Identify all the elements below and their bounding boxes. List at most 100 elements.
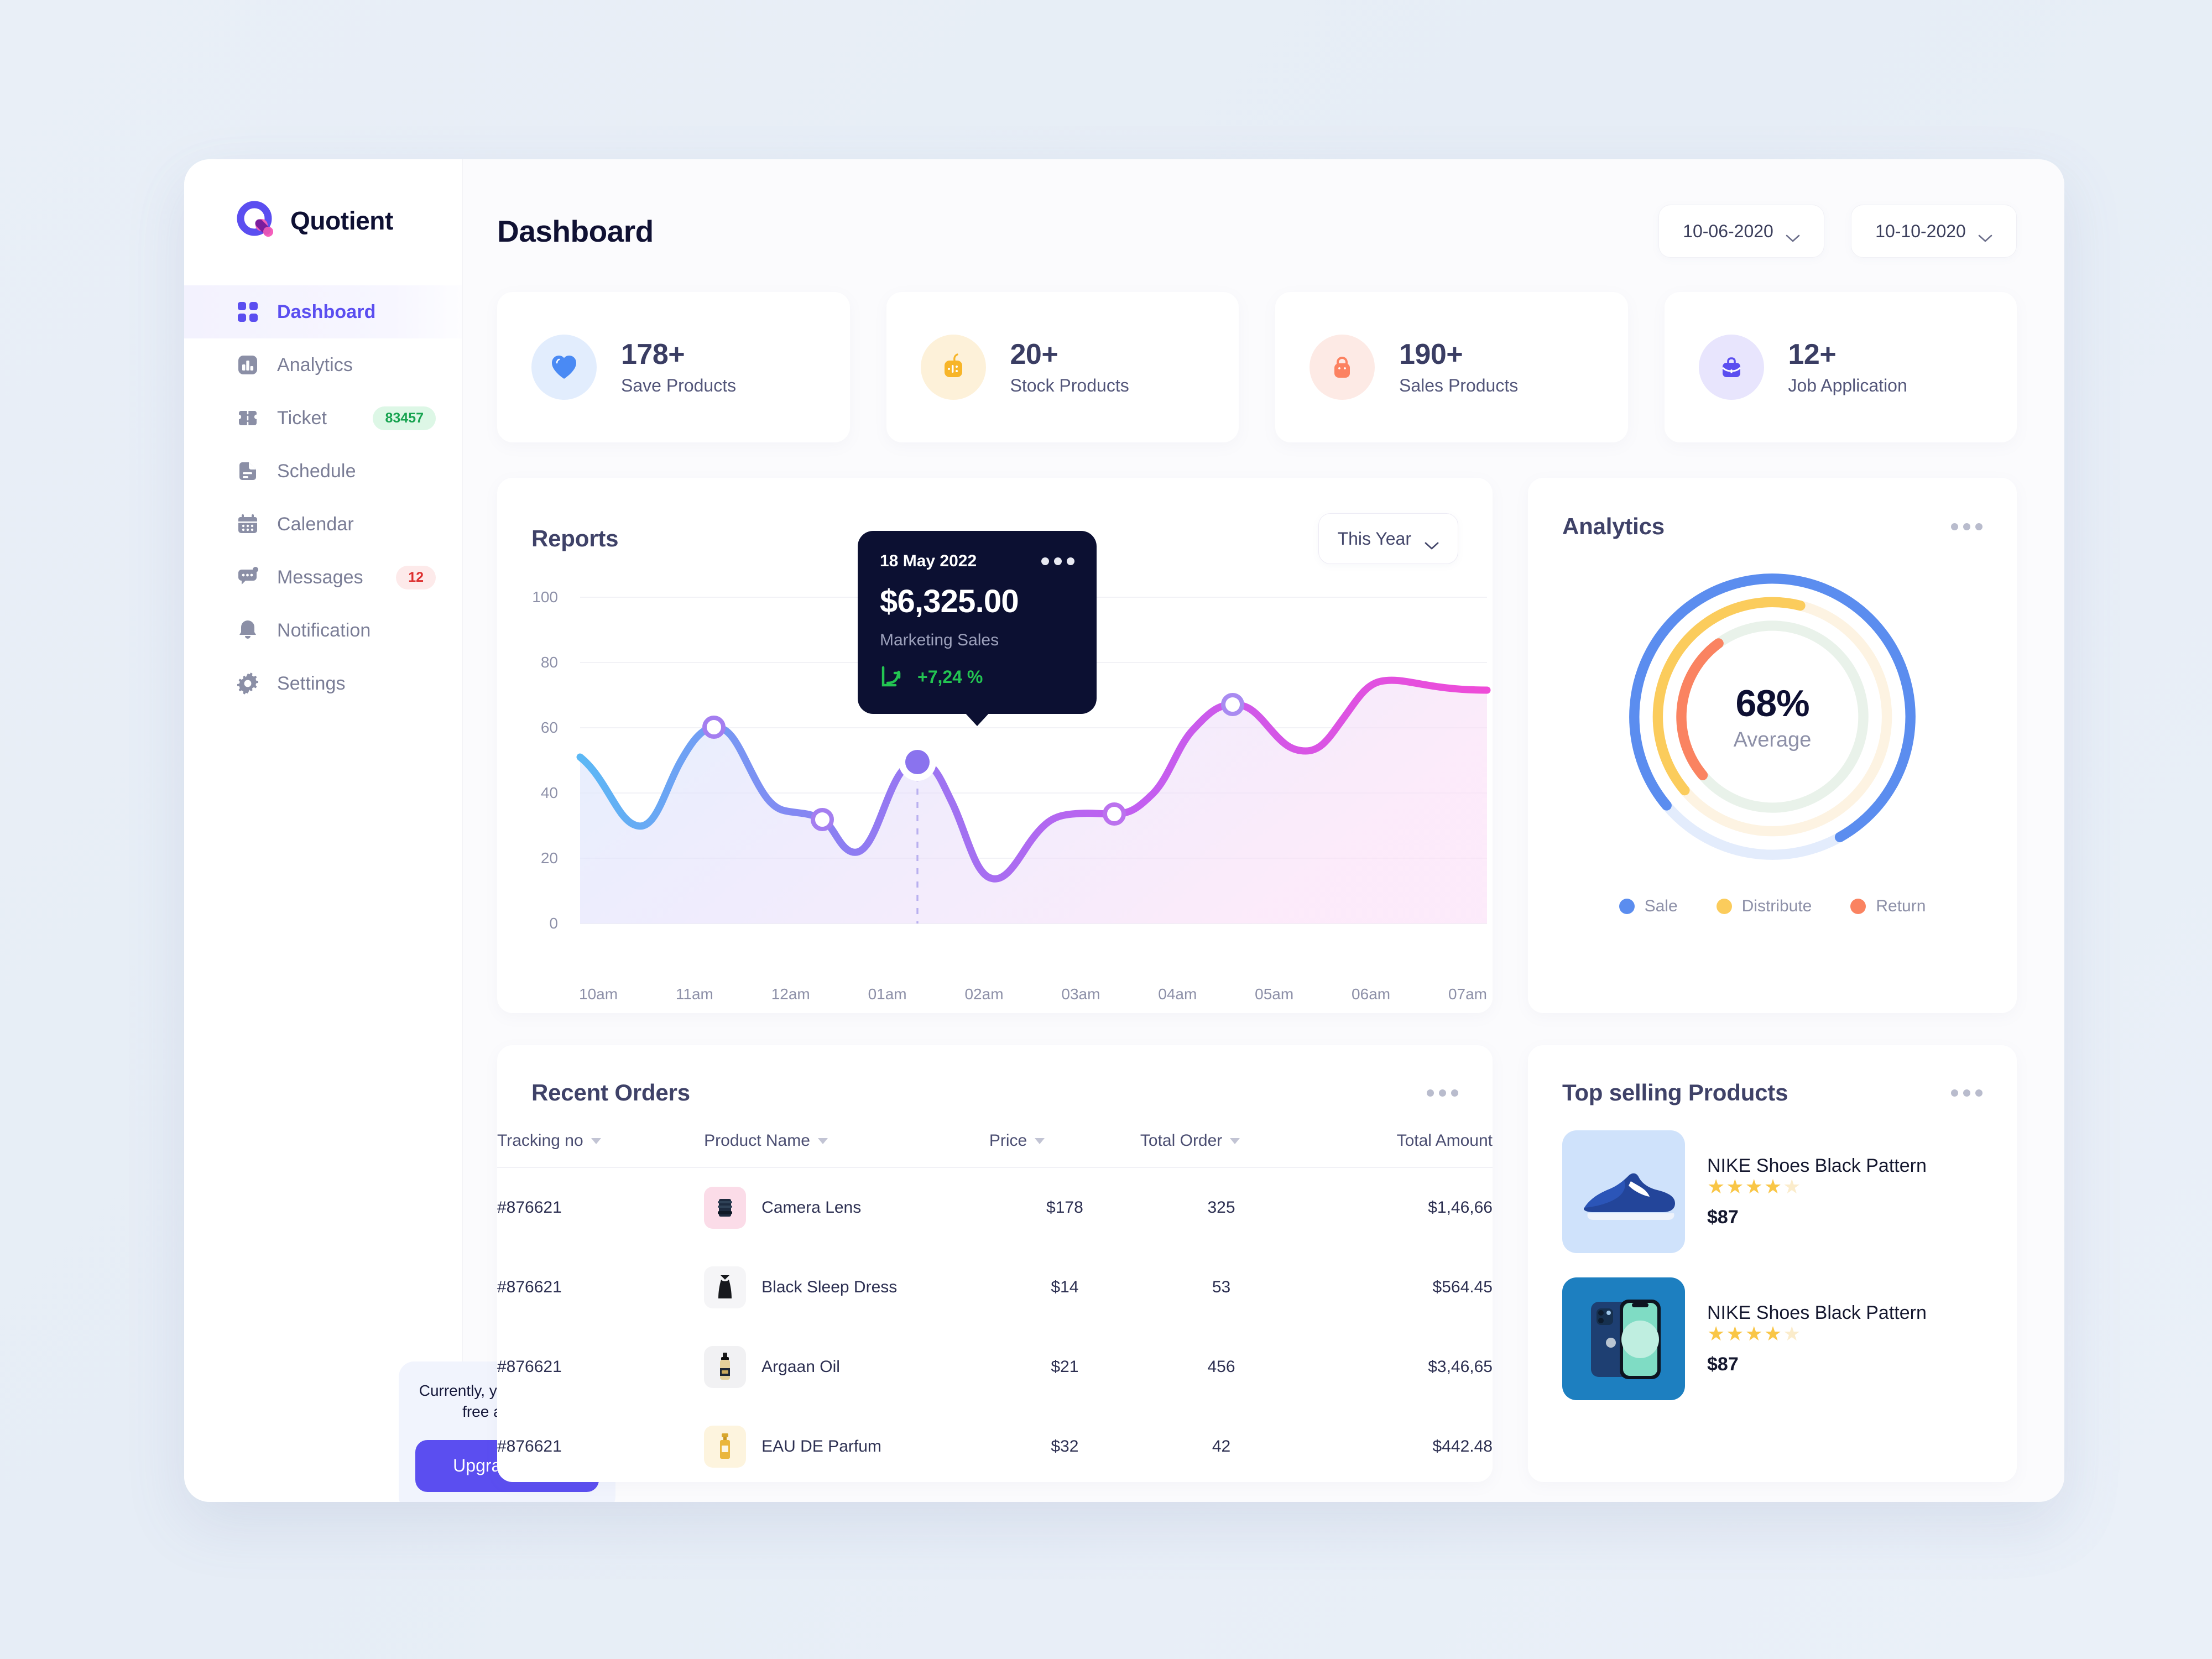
chevron-down-icon — [1425, 534, 1439, 550]
reports-range-select[interactable]: This Year — [1318, 513, 1458, 564]
x-tick: 03am — [1061, 985, 1100, 1003]
reports-chart: 100 80 60 40 20 0 18 May 2022 $6,325.00 … — [497, 531, 1493, 1006]
stat-card-save-products[interactable]: 178+ Save Products — [497, 292, 850, 442]
reports-range-value: This Year — [1337, 528, 1411, 549]
sidebar: Quotient Dashboard Analytics Ticket 8345… — [184, 159, 615, 1502]
product-name: Argaan Oil — [761, 1358, 840, 1376]
sidebar-item-calendar[interactable]: Calendar — [184, 498, 462, 551]
topbar: Dashboard 10-06-2020 10-10-2020 — [463, 159, 2064, 258]
column-total-order[interactable]: Total Order — [1140, 1131, 1302, 1167]
stat-card-stock-products[interactable]: 20+ Stock Products — [886, 292, 1239, 442]
cell-total-amount: $442.48 — [1432, 1437, 1493, 1455]
recent-orders-card: Recent Orders Tracking no Product Name P… — [497, 1045, 1493, 1482]
sidebar-item-settings[interactable]: Settings — [184, 657, 462, 710]
date-from-select[interactable]: 10-06-2020 — [1658, 205, 1824, 258]
page-title: Dashboard — [497, 214, 654, 248]
bell-icon — [235, 618, 260, 643]
product-name: Camera Lens — [761, 1198, 862, 1217]
sidebar-item-ticket[interactable]: Ticket 83457 — [184, 392, 462, 445]
brand: Quotient — [184, 159, 462, 242]
cell-total-order: 53 — [1212, 1278, 1231, 1296]
tooltip-header: 18 May 2022 — [880, 552, 1074, 571]
table-header-row: Tracking no Product Name Price Total Ord… — [497, 1131, 1493, 1167]
x-tick: 05am — [1255, 985, 1294, 1003]
more-dots-icon[interactable] — [1041, 557, 1074, 565]
cell-total-order: 42 — [1212, 1437, 1231, 1455]
column-product-name[interactable]: Product Name — [704, 1131, 989, 1167]
heart-icon — [531, 335, 597, 400]
orders-table: Tracking no Product Name Price Total Ord… — [497, 1131, 1493, 1486]
sidebar-item-label: Notification — [277, 619, 371, 641]
legend-label: Sale — [1644, 897, 1678, 915]
list-item[interactable]: NIKE Shoes Black Pattern ★★★★★ $87 — [1528, 1130, 2017, 1253]
cell-product: Argaan Oil — [704, 1327, 989, 1407]
analytics-legend: Sale Distribute Return — [1528, 897, 2017, 916]
sort-caret-icon — [591, 1138, 601, 1144]
cell-total-amount: $3,46,65 — [1428, 1358, 1493, 1376]
table-row[interactable]: #876621 Black Sleep Dress $14 53 $564.45 — [497, 1248, 1493, 1327]
table-row[interactable]: #876621 EAU DE Parfum $32 42 $442.48 — [497, 1407, 1493, 1486]
product-name: NIKE Shoes Black Pattern — [1707, 1302, 1927, 1323]
oil-bottle-thumb — [704, 1346, 747, 1388]
bar-chart-icon — [235, 352, 260, 378]
tooltip-date: 18 May 2022 — [880, 552, 977, 570]
sidebar-item-schedule[interactable]: Schedule — [184, 445, 462, 498]
sort-caret-icon — [1230, 1138, 1240, 1144]
column-label: Total Amount — [1396, 1131, 1493, 1150]
list-item[interactable]: NIKE Shoes Black Pattern ★★★★★ $87 — [1528, 1277, 2017, 1400]
more-dots-icon[interactable] — [1427, 1089, 1458, 1097]
gear-icon — [235, 671, 260, 696]
stat-value: 12+ — [1788, 338, 1837, 371]
column-label: Total Order — [1140, 1131, 1223, 1150]
more-dots-icon[interactable] — [1951, 523, 1983, 530]
reports-title: Reports — [531, 525, 619, 551]
camera-lens-thumb — [704, 1187, 747, 1229]
stat-card-job-application[interactable]: 12+ Job Application — [1664, 292, 2017, 442]
table-row[interactable]: #876621 Camera Lens $178 325 $1,46,66 — [497, 1167, 1493, 1248]
cell-product: Camera Lens — [704, 1167, 989, 1248]
package-icon — [920, 335, 986, 400]
column-price[interactable]: Price — [989, 1131, 1140, 1167]
cell-total-amount: $564.45 — [1432, 1278, 1493, 1296]
main-content: Dashboard 10-06-2020 10-10-2020 178+ Sav… — [463, 159, 2064, 1502]
sidebar-item-label: Ticket — [277, 407, 327, 429]
cell-tracking: #876621 — [497, 1358, 562, 1376]
bottom-row: Recent Orders Tracking no Product Name P… — [463, 1013, 2064, 1482]
legend-label: Return — [1876, 897, 1926, 915]
legend-item-sale[interactable]: Sale — [1619, 897, 1678, 916]
chat-icon — [235, 565, 260, 590]
tooltip-delta-value: +7,24 % — [917, 666, 983, 687]
dress-thumb — [704, 1266, 747, 1308]
cell-price: $14 — [1051, 1278, 1079, 1296]
legend-label: Distribute — [1741, 897, 1812, 915]
date-range-controls: 10-06-2020 10-10-2020 — [1658, 205, 2017, 258]
analytics-header: Analytics — [1528, 513, 2017, 540]
page-root: Quotient Dashboard Analytics Ticket 8345… — [0, 0, 2212, 1659]
more-dots-icon[interactable] — [1951, 1089, 1983, 1097]
legend-item-distribute[interactable]: Distribute — [1716, 897, 1812, 916]
product-name: NIKE Shoes Black Pattern — [1707, 1155, 1927, 1176]
product-price: $87 — [1707, 1207, 1739, 1228]
sidebar-item-messages[interactable]: Messages 12 — [184, 551, 462, 604]
sidebar-item-label: Dashboard — [277, 301, 376, 322]
stat-card-sales-products[interactable]: 190+ Sales Products — [1275, 292, 1628, 442]
sidebar-item-notification[interactable]: Notification — [184, 604, 462, 657]
document-icon — [235, 458, 260, 484]
legend-item-return[interactable]: Return — [1850, 897, 1926, 916]
cell-price: $21 — [1051, 1358, 1079, 1376]
briefcase-icon — [1698, 335, 1764, 400]
cell-price: $178 — [1046, 1198, 1083, 1217]
table-row[interactable]: #876621 Argaan Oil $21 456 $3,46,65 — [497, 1327, 1493, 1407]
cell-total-amount: $1,46,66 — [1428, 1198, 1493, 1217]
column-tracking-no[interactable]: Tracking no — [497, 1131, 704, 1167]
date-to-select[interactable]: 10-10-2020 — [1851, 205, 2017, 258]
cell-tracking: #876621 — [497, 1278, 562, 1296]
x-tick: 02am — [964, 985, 1004, 1003]
sidebar-item-analytics[interactable]: Analytics — [184, 338, 462, 392]
cell-tracking: #876621 — [497, 1198, 562, 1217]
sidebar-item-dashboard[interactable]: Dashboard — [184, 285, 462, 338]
product-name: Black Sleep Dress — [761, 1278, 898, 1296]
cell-product: Black Sleep Dress — [704, 1248, 989, 1327]
perfume-thumb — [704, 1426, 747, 1468]
messages-badge: 12 — [396, 565, 436, 589]
